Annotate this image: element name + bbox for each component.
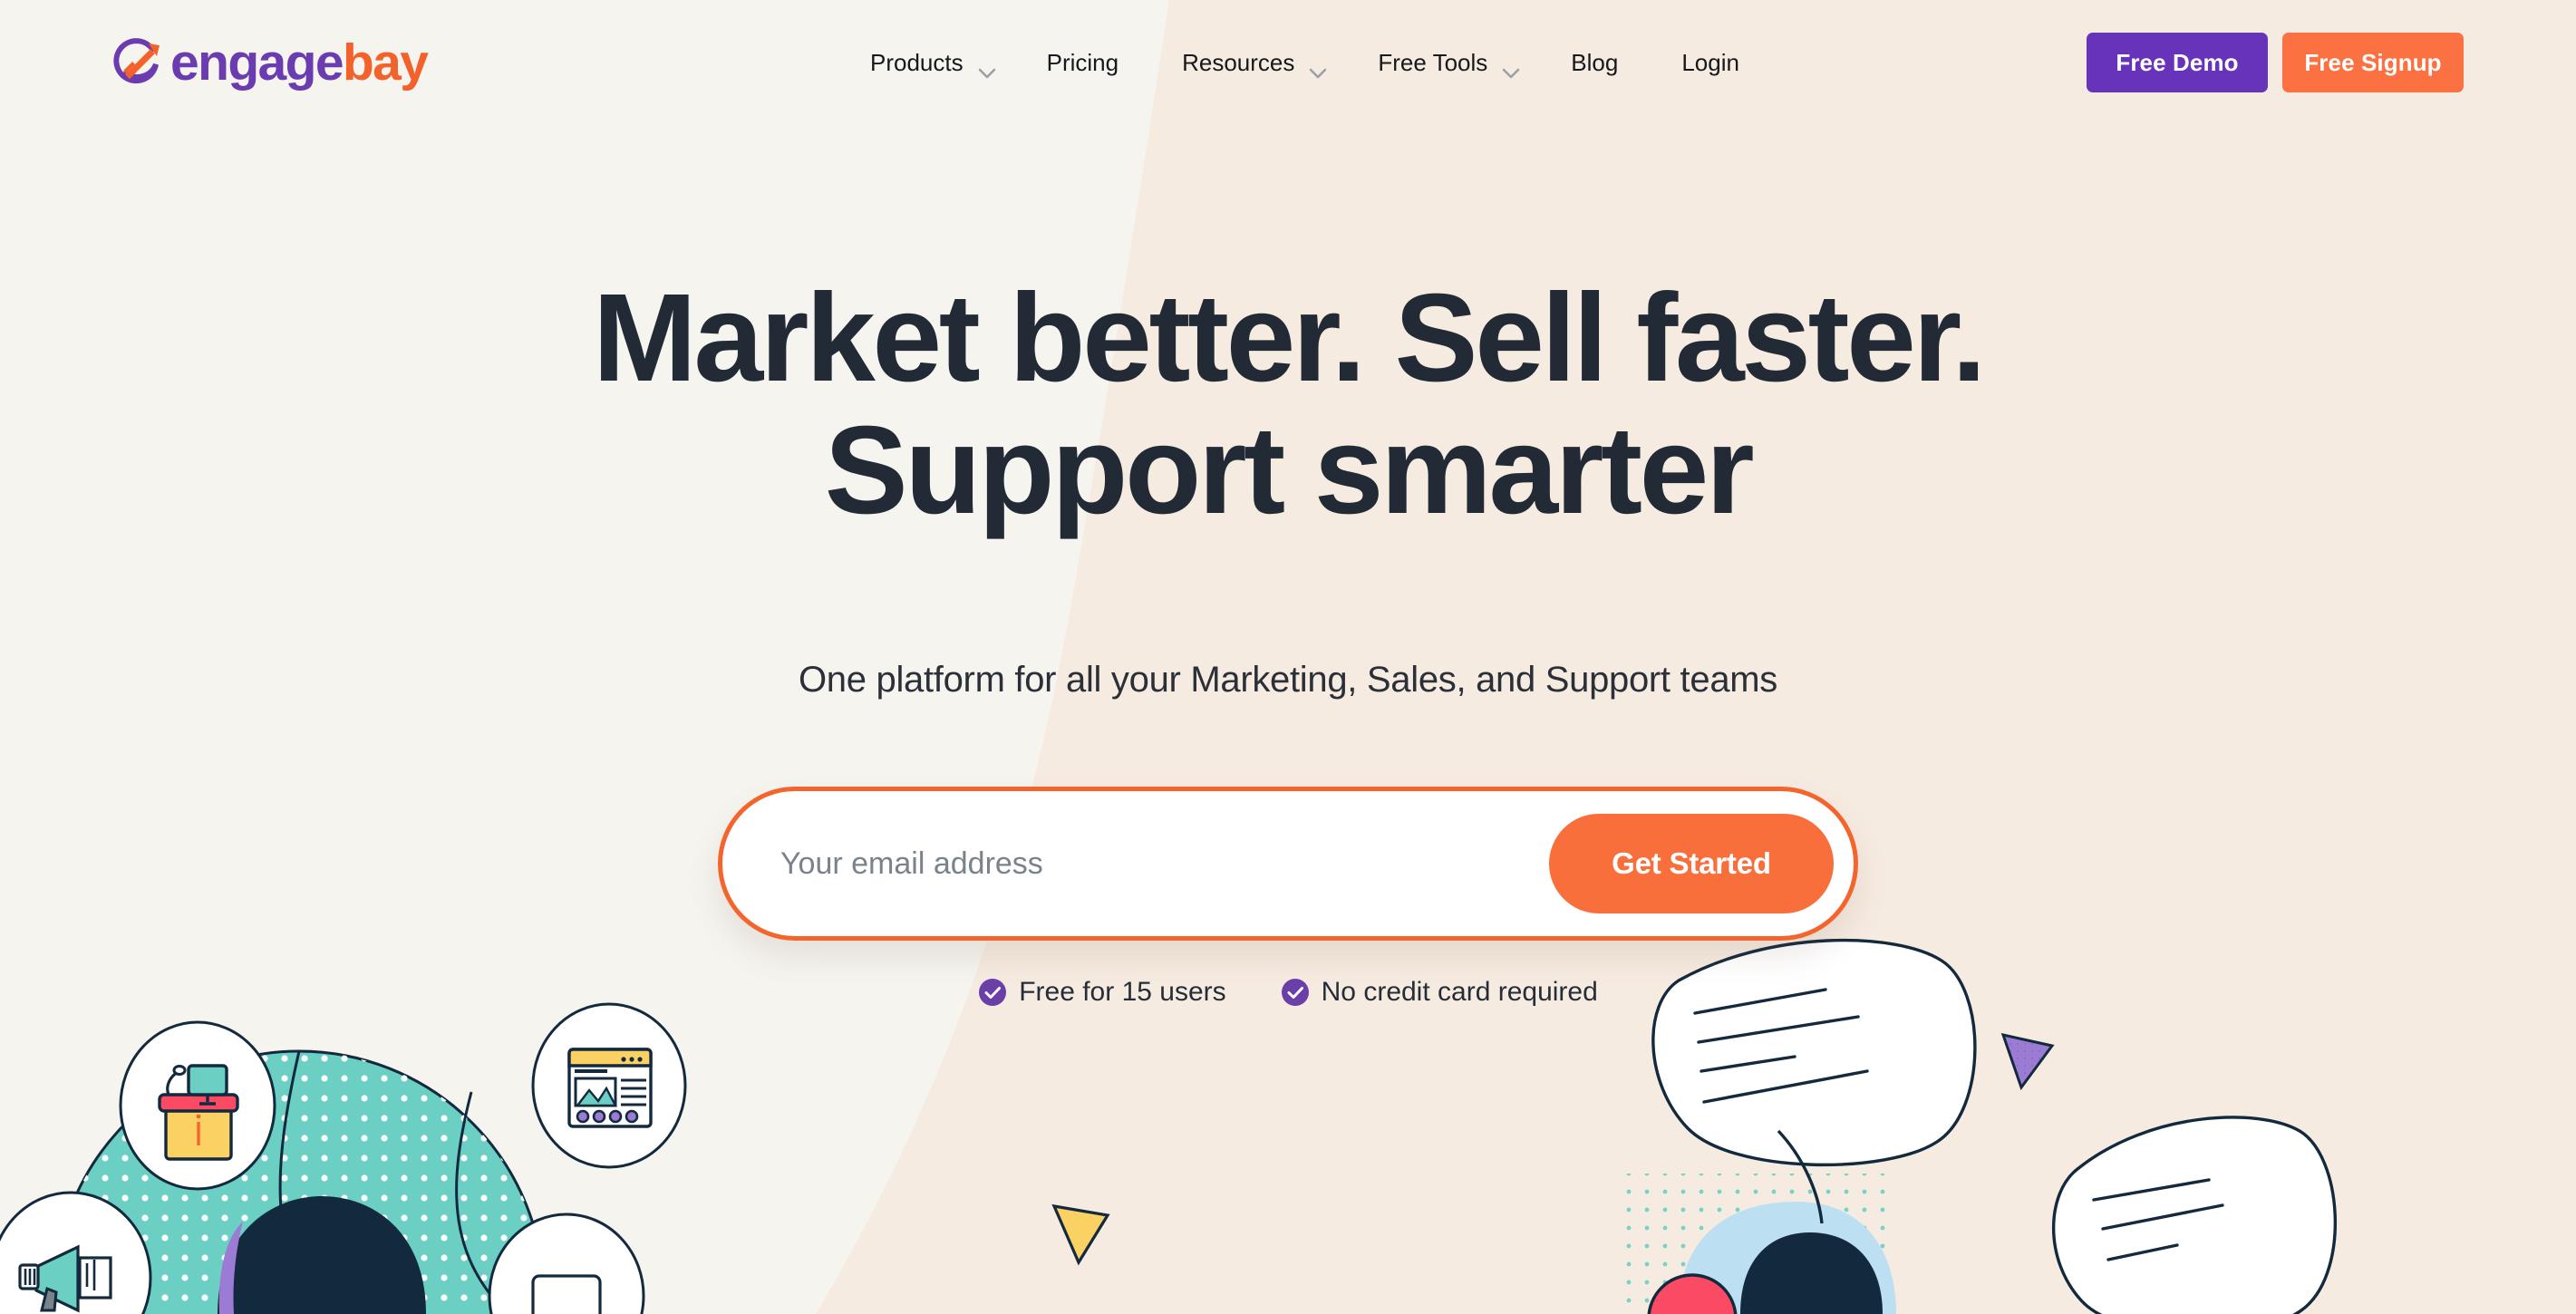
nav-label: Products <box>870 48 964 76</box>
chevron-down-icon <box>1502 57 1520 79</box>
get-started-button[interactable]: Get Started <box>1549 814 1834 913</box>
trust-badge-label: Free for 15 users <box>1019 977 1226 1007</box>
nav-label: Pricing <box>1046 48 1119 76</box>
trust-badge-free-users: Free for 15 users <box>978 977 1226 1008</box>
background-curve <box>0 0 2576 1314</box>
trust-badge-label: No credit card required <box>1321 977 1598 1007</box>
nav-label: Blog <box>1571 48 1619 76</box>
logo-text: engagebay <box>170 33 429 92</box>
nav-label: Free Tools <box>1378 48 1488 76</box>
headline-line-1: Market better. Sell faster. <box>592 268 1987 408</box>
signup-form-pill: Get Started <box>718 787 1858 941</box>
headline-line-2: Support smarter <box>824 401 1755 541</box>
nav-label: Resources <box>1182 48 1295 76</box>
free-demo-button[interactable]: Free Demo <box>2087 33 2268 92</box>
page-root: engagebay Products Pricing Resources Fre… <box>0 0 2576 1314</box>
main-navigation: Products Pricing Resources Free Tools Bl… <box>870 0 1785 125</box>
trust-badges: Free for 15 users No credit card require… <box>0 977 2576 1008</box>
nav-item-products[interactable]: Products <box>870 48 996 79</box>
nav-item-resources[interactable]: Resources <box>1182 48 1327 79</box>
logo-text-bay: bay <box>342 33 429 92</box>
free-signup-button[interactable]: Free Signup <box>2282 33 2464 92</box>
page-title: Market better. Sell faster. Support smar… <box>0 272 2576 537</box>
check-circle-icon <box>978 978 1007 1007</box>
nav-item-blog[interactable]: Blog <box>1571 49 1618 77</box>
check-circle-icon <box>1281 978 1310 1007</box>
trust-badge-no-credit-card: No credit card required <box>1281 977 1598 1008</box>
engagebay-arrow-circle-logo <box>113 38 160 84</box>
email-input[interactable] <box>722 791 1549 936</box>
hero-subheadline: One platform for all your Marketing, Sal… <box>798 660 1777 700</box>
nav-item-pricing[interactable]: Pricing <box>1047 49 1119 77</box>
yellow-triangle <box>1050 1201 1113 1271</box>
chevron-down-icon <box>978 57 996 79</box>
nav-item-free-tools[interactable]: Free Tools <box>1378 48 1520 79</box>
site-header: engagebay Products Pricing Resources Fre… <box>0 0 2576 125</box>
logo[interactable]: engagebay <box>112 27 429 98</box>
nav-item-login[interactable]: Login <box>1681 49 1739 77</box>
signup-form: Get Started <box>718 787 1858 941</box>
nav-label: Login <box>1681 48 1739 76</box>
chevron-down-icon <box>1309 57 1327 79</box>
header-cta-buttons: Free Demo Free Signup <box>2087 33 2464 92</box>
logo-text-engage: engage <box>170 33 344 92</box>
